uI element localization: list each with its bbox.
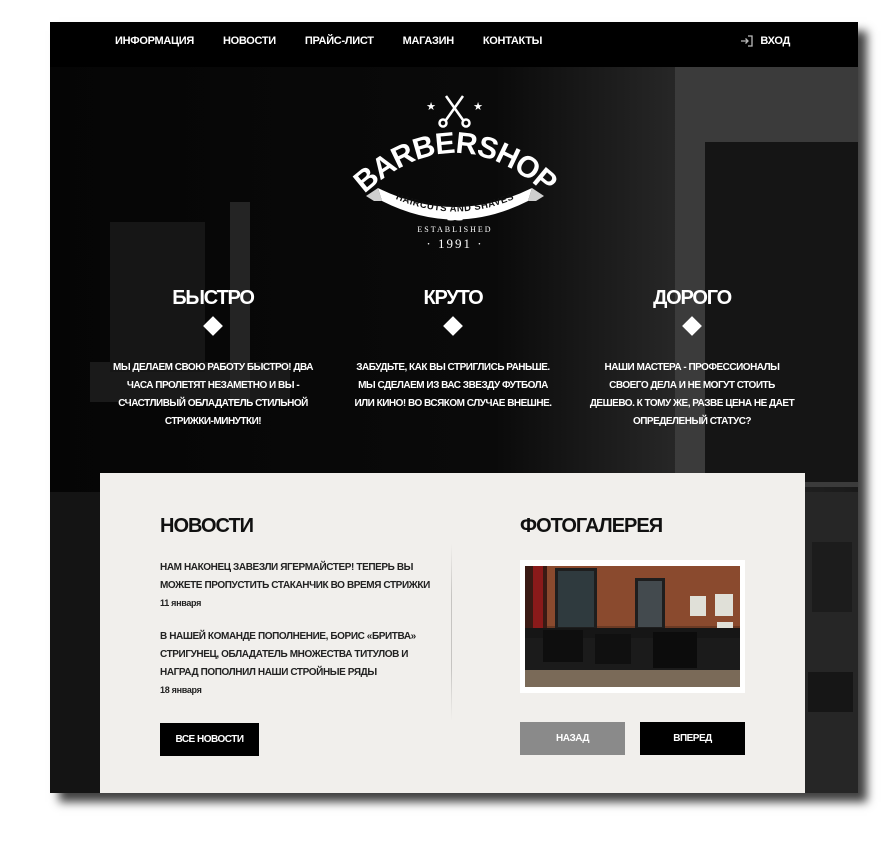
gallery-next-button[interactable]: ВПЕРЕД [640, 722, 745, 755]
svg-text:BARBERSHOP: BARBERSHOP [350, 127, 560, 200]
diamond-icon [443, 316, 463, 336]
feature-title: КРУТО [423, 287, 483, 309]
news-text: В НАШЕЙ КОМАНДЕ ПОПОЛНЕНИЕ, БОРИС «БРИТВ… [160, 631, 416, 678]
feature-text: ЗАБУДЬТЕ, КАК ВЫ СТРИГЛИСЬ РАНЬШЕ. МЫ СД… [354, 362, 552, 409]
diamond-icon [203, 316, 223, 336]
news-date: 18 января [160, 685, 202, 695]
gallery-prev-button[interactable]: НАЗАД [520, 722, 625, 755]
logo-name: BARBERSHOP [350, 127, 560, 200]
scissors-icon [438, 95, 471, 128]
nav-item-shop[interactable]: МАГАЗИН [403, 35, 455, 47]
news-title: НОВОСТИ [160, 515, 254, 537]
main-nav: ИНФОРМАЦИЯ НОВОСТИ ПРАЙС-ЛИСТ МАГАЗИН КО… [115, 22, 571, 60]
news-item[interactable]: В НАШЕЙ КОМАНДЕ ПОПОЛНЕНИЕ, БОРИС «БРИТВ… [160, 628, 435, 696]
news-text: НАМ НАКОНЕЦ ЗАВЕЗЛИ ЯГЕРМАЙСТЕР! ТЕПЕРЬ … [160, 562, 430, 591]
top-navbar: ИНФОРМАЦИЯ НОВОСТИ ПРАЙС-ЛИСТ МАГАЗИН КО… [50, 22, 858, 67]
barbershop-interior-image [525, 566, 740, 687]
all-news-button[interactable]: ВСЕ НОВОСТИ [160, 723, 259, 756]
gallery-photo[interactable] [520, 560, 745, 693]
diamond-icon [682, 316, 702, 336]
logo-established: ESTABLISHED [417, 225, 492, 234]
nav-item-contacts[interactable]: КОНТАКТЫ [483, 35, 543, 47]
barbershop-logo: ★ ★ BARBERSHOP HAIRCUTS AND SHAVES ESTAB… [350, 95, 560, 248]
gallery-section: ФОТОГАЛЕРЕЯ [520, 513, 750, 539]
star-icon: ★ [473, 101, 483, 113]
feature-text: НАШИ МАСТЕРА - ПРОФЕССИОНАЛЫ СВОЕГО ДЕЛА… [589, 362, 795, 427]
login-icon [741, 35, 754, 47]
nav-item-price-list[interactable]: ПРАЙС-ЛИСТ [305, 35, 374, 47]
feature-title: БЫСТРО [172, 287, 255, 309]
news-section: НОВОСТИ НАМ НАКОНЕЦ ЗАВЕЗЛИ ЯГЕРМАЙСТЕР!… [160, 513, 435, 715]
page: ИНФОРМАЦИЯ НОВОСТИ ПРАЙС-ЛИСТ МАГАЗИН КО… [50, 22, 858, 793]
news-date: 11 января [160, 598, 202, 608]
login-label: ВХОД [760, 35, 790, 47]
feature-title: ДОРОГО [653, 287, 732, 309]
nav-item-info[interactable]: ИНФОРМАЦИЯ [115, 35, 194, 47]
feature-text: МЫ ДЕЛАЕМ СВОЮ РАБОТУ БЫСТРО! ДВА ЧАСА П… [113, 362, 313, 427]
feature-fast: БЫСТРО МЫ ДЕЛАЕМ СВОЮ РАБОТУ БЫСТРО! ДВА… [108, 286, 318, 431]
nav-item-news[interactable]: НОВОСТИ [223, 35, 276, 47]
gallery-title: ФОТОГАЛЕРЕЯ [520, 515, 663, 537]
content-panel: НОВОСТИ НАМ НАКОНЕЦ ЗАВЕЗЛИ ЯГЕРМАЙСТЕР!… [100, 473, 805, 793]
section-divider [451, 543, 452, 721]
star-icon: ★ [426, 101, 436, 113]
feature-expensive: ДОРОГО НАШИ МАСТЕРА - ПРОФЕССИОНАЛЫ СВОЕ… [587, 286, 797, 431]
logo-year: · 1991 · [426, 236, 483, 248]
login-link[interactable]: ВХОД [740, 22, 790, 60]
feature-cool: КРУТО ЗАБУДЬТЕ, КАК ВЫ СТРИГЛИСЬ РАНЬШЕ.… [348, 286, 558, 413]
news-item[interactable]: НАМ НАКОНЕЦ ЗАВЕЗЛИ ЯГЕРМАЙСТЕР! ТЕПЕРЬ … [160, 559, 435, 609]
